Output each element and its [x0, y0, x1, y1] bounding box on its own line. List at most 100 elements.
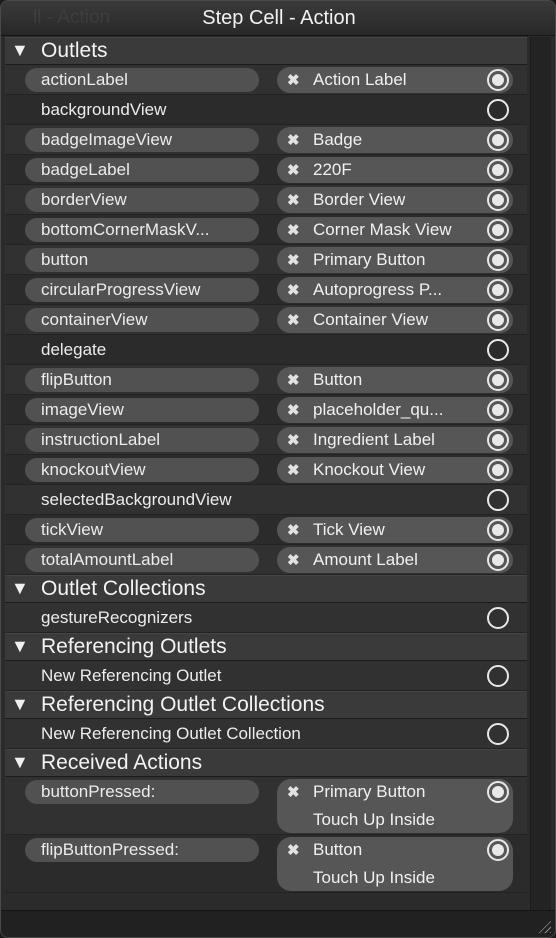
connected-circle-icon[interactable] — [487, 399, 509, 421]
outlet-name: circularProgressView — [41, 280, 201, 299]
connection-target[interactable]: ✖ Container View — [277, 307, 513, 333]
outlet-name: totalAmountLabel — [41, 550, 174, 569]
connected-circle-icon[interactable] — [487, 839, 509, 861]
connection-row-badgeimageview: badgeImageView ✖ Badge — [5, 125, 527, 155]
outlet-name: tickView — [41, 520, 104, 539]
connection-row-borderview: borderView ✖ Border View — [5, 185, 527, 215]
disclosure-triangle-icon[interactable]: ▼ — [11, 578, 29, 599]
disclosure-triangle-icon[interactable]: ▼ — [11, 636, 29, 657]
outlet-name: bottomCornerMaskV... — [41, 220, 210, 239]
disconnect-icon[interactable]: ✖ — [287, 521, 300, 539]
empty-connection-circle-icon[interactable] — [487, 665, 509, 687]
connected-circle-icon[interactable] — [487, 519, 509, 541]
connection-row-instructionlabel: instructionLabel ✖ Ingredient Label — [5, 425, 527, 455]
disconnect-icon[interactable]: ✖ — [287, 431, 300, 449]
disconnect-icon[interactable]: ✖ — [287, 221, 300, 239]
connected-circle-icon[interactable] — [487, 219, 509, 241]
target-label: Amount Label — [313, 550, 418, 569]
empty-connection-circle-icon[interactable] — [487, 607, 509, 629]
connection-target[interactable]: ✖ Primary Button — [277, 247, 513, 273]
disconnect-icon[interactable]: ✖ — [287, 461, 300, 479]
connected-circle-icon[interactable] — [487, 279, 509, 301]
outlet-name: badgeLabel — [41, 160, 130, 179]
section-header-referencing-outlets[interactable]: ▼ Referencing Outlets — [5, 633, 527, 661]
disconnect-icon[interactable]: ✖ — [287, 71, 300, 89]
connected-circle-icon[interactable] — [487, 159, 509, 181]
disconnect-icon[interactable]: ✖ — [287, 783, 300, 801]
connection-target[interactable]: ✖ Ingredient Label — [277, 427, 513, 453]
disclosure-triangle-icon[interactable]: ▼ — [11, 40, 29, 61]
connected-circle-icon[interactable] — [487, 309, 509, 331]
disconnect-icon[interactable]: ✖ — [287, 161, 300, 179]
disconnect-icon[interactable]: ✖ — [287, 131, 300, 149]
connection-row-knockoutview: knockoutView ✖ Knockout View — [5, 455, 527, 485]
empty-connection-circle-icon[interactable] — [487, 489, 509, 511]
connection-target[interactable]: ✖ Badge — [277, 127, 513, 153]
connection-target[interactable]: ✖ Autoprogress P... — [277, 277, 513, 303]
connection-target[interactable]: ✖ Border View — [277, 187, 513, 213]
outlet-name: badgeImageView — [41, 130, 173, 149]
connected-circle-icon[interactable] — [487, 429, 509, 451]
connected-circle-icon[interactable] — [487, 369, 509, 391]
target-label: Action Label — [313, 70, 407, 89]
connection-row-buttonpressed: buttonPressed: ✖ Primary Button Touch Up In… — [5, 777, 527, 835]
connection-row-delegate: delegate — [5, 335, 527, 365]
disclosure-triangle-icon[interactable]: ▼ — [11, 752, 29, 773]
connection-row-selectedbackgroundview: selectedBackgroundView — [5, 485, 527, 515]
scrollbar[interactable] — [530, 37, 551, 911]
empty-connection-circle-icon[interactable] — [487, 723, 509, 745]
event-label: Touch Up Inside — [313, 868, 435, 887]
disconnect-icon[interactable]: ✖ — [287, 401, 300, 419]
connection-target[interactable]: ✖ Tick View — [277, 517, 513, 543]
connected-circle-icon[interactable] — [487, 459, 509, 481]
title-bar[interactable]: ll - Action Step Cell - Action — [1, 1, 555, 36]
outlet-name: imageView — [41, 400, 124, 419]
empty-connection-circle-icon[interactable] — [487, 339, 509, 361]
resize-grip-icon[interactable] — [537, 919, 551, 933]
outlet-name: knockoutView — [41, 460, 146, 479]
connection-row-backgroundview: backgroundView — [5, 95, 527, 125]
empty-connection-circle-icon[interactable] — [487, 99, 509, 121]
connection-target[interactable]: ✖ 220F — [277, 157, 513, 183]
disconnect-icon[interactable]: ✖ — [287, 281, 300, 299]
connected-circle-icon[interactable] — [487, 549, 509, 571]
connection-target[interactable]: ✖ Action Label — [277, 67, 513, 93]
connection-target[interactable]: ✖ Primary Button Touch Up Inside — [277, 779, 513, 833]
connected-circle-icon[interactable] — [487, 189, 509, 211]
connection-row-circularprogressview: circularProgressView ✖ Autoprogress P... — [5, 275, 527, 305]
section-header-referencing-outlet-collections[interactable]: ▼ Referencing Outlet Collections — [5, 691, 527, 719]
disconnect-icon[interactable]: ✖ — [287, 551, 300, 569]
section-header-received-actions[interactable]: ▼ Received Actions — [5, 749, 527, 777]
connected-circle-icon[interactable] — [487, 69, 509, 91]
connection-target[interactable]: ✖ Amount Label — [277, 547, 513, 573]
event-label: Touch Up Inside — [313, 810, 435, 829]
connection-target[interactable]: ✖ Button Touch Up Inside — [277, 837, 513, 891]
section-header-outlets[interactable]: ▼ Outlets — [5, 37, 527, 65]
disconnect-icon[interactable]: ✖ — [287, 191, 300, 209]
section-title: Referencing Outlets — [41, 635, 227, 658]
connected-circle-icon[interactable] — [487, 249, 509, 271]
outlet-name: New Referencing Outlet — [41, 666, 222, 685]
connected-circle-icon[interactable] — [487, 781, 509, 803]
target-label: 220F — [313, 160, 352, 179]
target-label: Autoprogress P... — [313, 280, 443, 299]
disconnect-icon[interactable]: ✖ — [287, 371, 300, 389]
disconnect-icon[interactable]: ✖ — [287, 841, 300, 859]
section-title: Outlet Collections — [41, 577, 206, 600]
connection-target[interactable]: ✖ Knockout View — [277, 457, 513, 483]
connection-target[interactable]: ✖ placeholder_qu... — [277, 397, 513, 423]
connected-circle-icon[interactable] — [487, 129, 509, 151]
outlet-name: gestureRecognizers — [41, 608, 193, 627]
connection-row-containerview: containerView ✖ Container View — [5, 305, 527, 335]
connection-row-badgelabel: badgeLabel ✖ 220F — [5, 155, 527, 185]
connections-inspector-panel: ll - Action Step Cell - Action ▼ Outlets a… — [0, 0, 556, 938]
disconnect-icon[interactable]: ✖ — [287, 311, 300, 329]
disconnect-icon[interactable]: ✖ — [287, 251, 300, 269]
section-header-outlet-collections[interactable]: ▼ Outlet Collections — [5, 575, 527, 603]
connection-target[interactable]: ✖ Corner Mask View — [277, 217, 513, 243]
connection-row-imageview: imageView ✖ placeholder_qu... — [5, 395, 527, 425]
target-label: Primary Button — [313, 782, 426, 801]
disclosure-triangle-icon[interactable]: ▼ — [11, 694, 29, 715]
outlet-name: borderView — [41, 190, 127, 209]
connection-target[interactable]: ✖ Button — [277, 367, 513, 393]
